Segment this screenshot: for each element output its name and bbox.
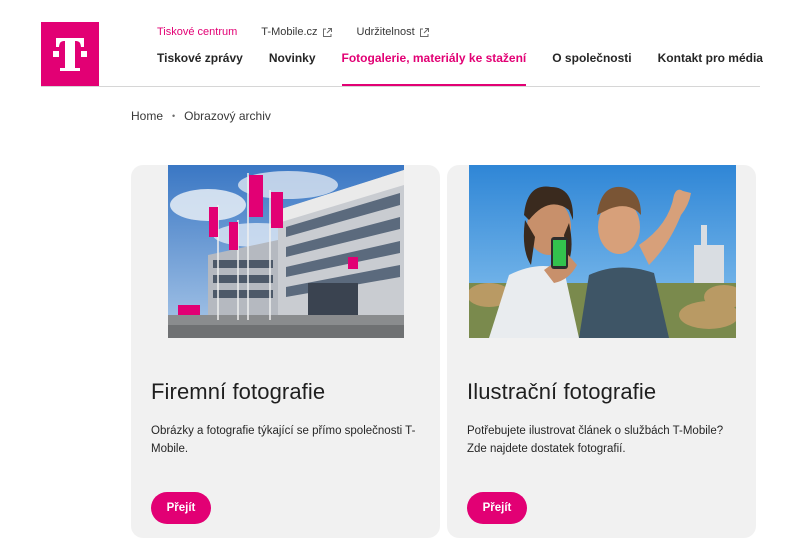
office-building-image[interactable] <box>168 165 404 338</box>
main-nav-about-company[interactable]: O společnosti <box>552 50 631 87</box>
main-nav-news[interactable]: Novinky <box>269 50 316 87</box>
card-title: Ilustrační fotografie <box>467 379 657 404</box>
top-nav-label: Tiskové centrum <box>157 26 238 38</box>
two-men-with-phone-image[interactable] <box>469 165 736 338</box>
breadcrumb-separator: • <box>172 111 176 121</box>
nav-divider <box>41 86 760 87</box>
main-nav-press-releases[interactable]: Tiskové zprávy <box>157 50 243 87</box>
telekom-logo[interactable] <box>41 22 99 86</box>
card-title: Firemní fotografie <box>151 379 326 404</box>
top-nav-label: Udržitelnost <box>356 26 415 38</box>
top-nav-sustainability[interactable]: Udržitelnost <box>357 26 430 38</box>
top-utility-nav: Tiskové centrum T-Mobile.cz Udržitelnost <box>157 24 454 40</box>
main-nav-photo-gallery[interactable]: Fotogalerie, materiály ke stažení <box>341 50 526 87</box>
card-illustration-photos: Ilustrační fotografie Potřebujete ilustr… <box>447 165 756 538</box>
card-company-photos: Firemní fotografie Obrázky a fotografie … <box>131 165 440 538</box>
main-nav-media-contact[interactable]: Kontakt pro média <box>658 50 763 87</box>
breadcrumb-current: Obrazový archiv <box>184 109 271 123</box>
breadcrumb: Home • Obrazový archiv <box>131 109 271 123</box>
breadcrumb-home[interactable]: Home <box>131 109 163 123</box>
card-description: Potřebujete ilustrovat článek o službách… <box>467 425 724 455</box>
external-link-icon <box>322 27 332 37</box>
main-nav: Tiskové zprávy Novinky Fotogalerie, mate… <box>157 50 789 87</box>
external-link-icon <box>419 27 429 37</box>
t-logo-icon <box>53 38 87 71</box>
go-button[interactable]: Přejít <box>151 492 211 524</box>
go-button[interactable]: Přejít <box>467 492 527 524</box>
top-nav-press-center[interactable]: Tiskové centrum <box>157 26 237 38</box>
card-description: Obrázky a fotografie týkající se přímo s… <box>151 425 416 455</box>
top-nav-label: T-Mobile.cz <box>261 26 318 38</box>
top-nav-tmobile[interactable]: T-Mobile.cz <box>261 26 332 38</box>
